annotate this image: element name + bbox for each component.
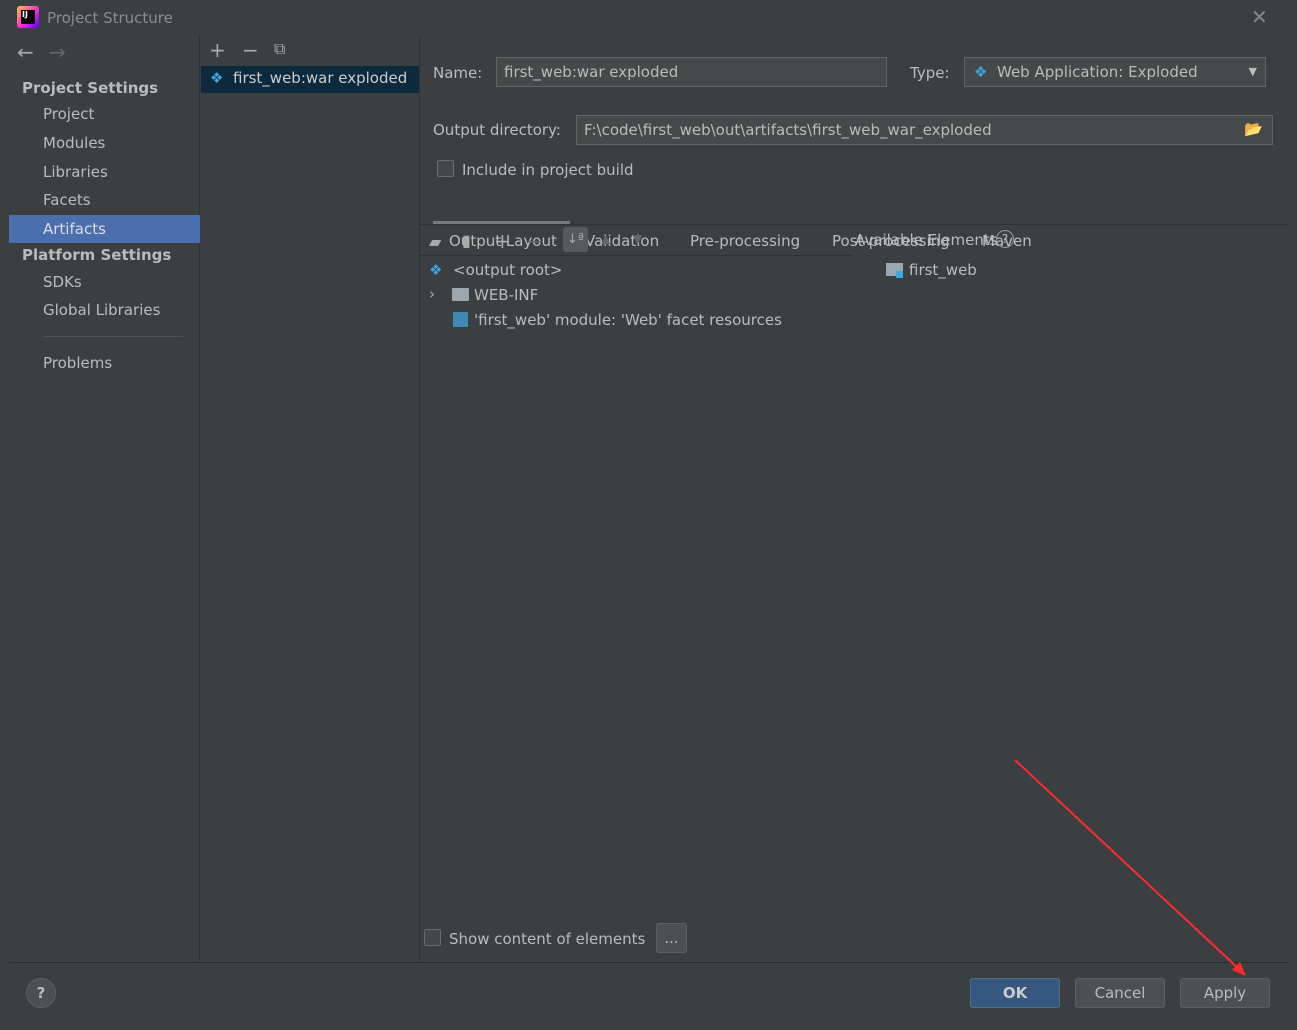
annotation-arrow (1014, 759, 1246, 976)
annotation-arrow-line (1014, 759, 1241, 971)
